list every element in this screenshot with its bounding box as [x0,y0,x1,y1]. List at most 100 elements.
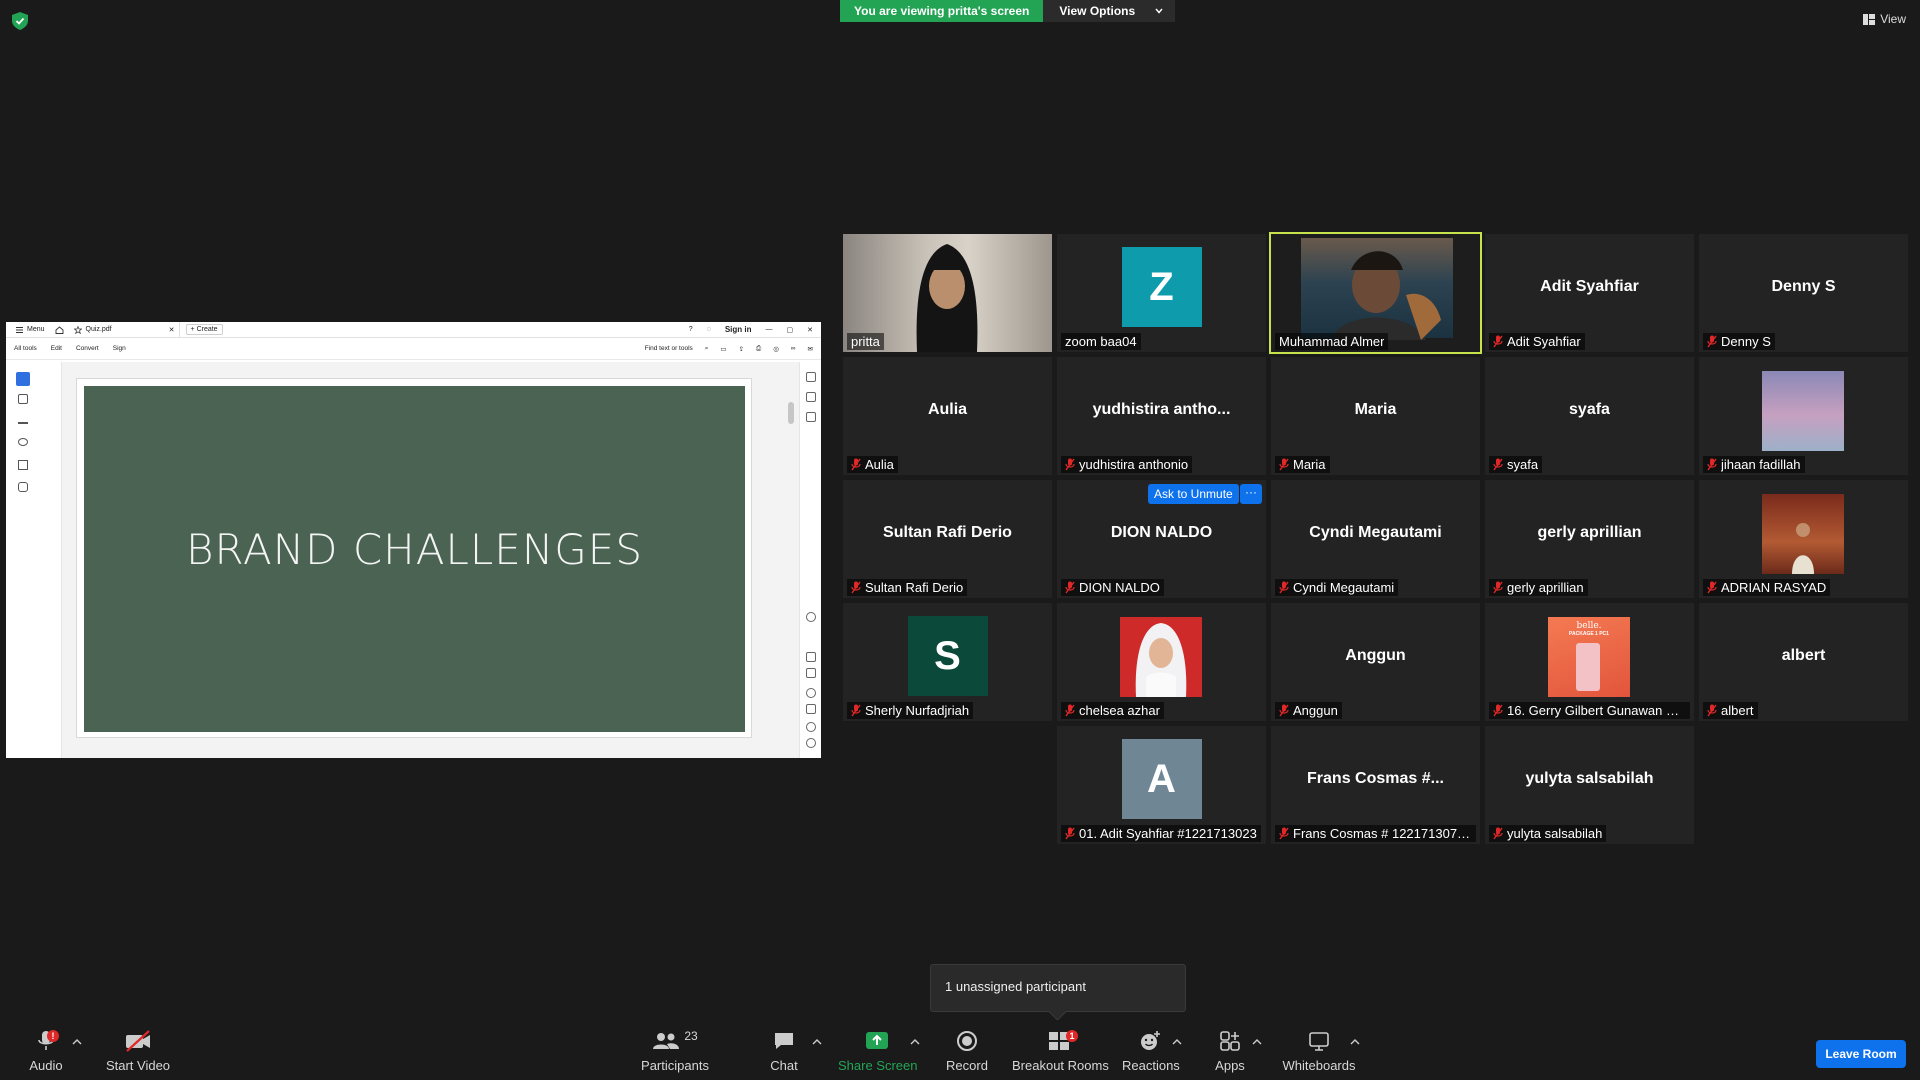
reactions-button[interactable]: Reactions [1122,1028,1180,1073]
participant-tile[interactable]: ADRIAN RASYAD [1699,480,1908,598]
menu-convert[interactable]: Convert [76,345,99,352]
participant-tile[interactable]: albert albert [1699,603,1908,721]
search-icon: ⌕ [704,344,709,352]
participant-tile[interactable]: A 01. Adit Syahfiar #1221713023 [1057,726,1266,844]
participant-tile[interactable]: chelsea azhar [1057,603,1266,721]
participant-tile[interactable]: S Sherly Nurfadjriah [843,603,1052,721]
participant-tile[interactable]: Frans Cosmas #... Frans Cosmas # 12217130… [1271,726,1480,844]
chat-button[interactable]: Chat [762,1028,806,1073]
participant-name: DION NALDO [1079,580,1160,595]
participant-tile[interactable]: Aulia Aulia [843,357,1052,475]
comment-tool-icon[interactable] [18,394,28,404]
sign-in-button[interactable]: Sign in [725,325,752,334]
chat-caret-icon[interactable] [812,1038,822,1046]
lasso-tool-icon[interactable] [18,438,28,446]
participant-name: Denny S [1721,334,1771,349]
mic-muted-icon [1279,704,1289,717]
view-button[interactable]: View [1863,12,1906,26]
participant-tile[interactable]: pritta [843,234,1052,352]
select-tool-icon[interactable] [16,372,30,386]
close-tab-icon[interactable]: ✕ [169,326,175,334]
page-up-icon[interactable] [806,652,816,662]
participants-button[interactable]: 23 Participants [640,1028,710,1073]
view-label: View [1880,12,1906,26]
participant-tile[interactable]: Anggun Anggun [1271,603,1480,721]
tab-quiz-pdf[interactable]: Quiz.pdf ✕ [70,321,180,338]
menu-edit[interactable]: Edit [51,345,62,352]
reactions-caret-icon[interactable] [1172,1038,1182,1046]
zoom-out-icon[interactable] [806,738,816,748]
start-video-button[interactable]: Start Video [102,1028,174,1073]
participant-tile[interactable]: Adit Syahfiar Adit Syahfiar [1485,234,1694,352]
minimize-icon[interactable]: — [766,326,773,333]
share-screen-button[interactable]: Share Screen [838,1028,918,1073]
participant-tile[interactable]: syafa syafa [1485,357,1694,475]
participant-display-name: syafa [1569,401,1610,418]
page-down-icon[interactable] [806,668,816,678]
home-icon[interactable] [55,325,64,334]
participant-tile[interactable]: Cyndi Megautami Cyndi Megautami [1271,480,1480,598]
participant-tile[interactable]: belle. PACKAGE 1 PC1 16. Gerry Gilbert Gun… [1485,603,1694,721]
acrobat-menu-button[interactable]: Menu [12,322,49,338]
zoom-in-icon[interactable] [806,722,816,732]
breakout-rooms-icon [1012,1028,1106,1054]
comments-panel-icon[interactable] [806,372,816,382]
participant-tile[interactable]: Muhammad Almer [1269,232,1482,354]
whiteboards-button[interactable]: Whiteboards [1282,1028,1356,1073]
participant-tile[interactable]: Maria Maria [1271,357,1480,475]
participant-tile[interactable]: yudhistira antho... yudhistira anthonio [1057,357,1266,475]
save-icon[interactable]: ▭ [720,345,726,353]
participant-display-name: Maria [1354,401,1397,418]
participant-name-label: ADRIAN RASYAD [1703,579,1831,596]
participant-tile[interactable]: Denny S Denny S [1699,234,1908,352]
pen-tool-icon[interactable] [18,416,28,424]
ask-to-unmute-button[interactable]: Ask to Unmute [1148,484,1239,504]
bookmark-panel-icon[interactable] [806,392,816,402]
participant-display-name: Adit Syahfiar [1540,278,1639,295]
find-tools[interactable]: Find text or tools ⌕ ▭ ⇪ ⎙ ◎ ∞ ✉ [645,345,821,353]
expand-panel-icon[interactable] [806,612,816,622]
bell-icon[interactable]: ◌ [707,326,711,333]
security-shield-icon[interactable] [12,12,28,30]
apps-caret-icon[interactable] [1252,1038,1262,1046]
thumbnails-panel-icon[interactable] [806,412,816,422]
participant-photo [1762,371,1844,451]
maximize-icon[interactable]: ▢ [787,326,794,334]
link-icon[interactable]: ∞ [791,345,796,352]
record-button[interactable]: Record [942,1028,992,1073]
share-caret-icon[interactable] [910,1038,920,1046]
apps-button[interactable]: Apps [1210,1028,1250,1073]
text-tool-icon[interactable] [18,460,28,470]
slide: BRAND CHALLENGES [84,386,745,732]
participant-tile[interactable]: Sultan Rafi Derio Sultan Rafi Derio [843,480,1052,598]
breakout-rooms-button[interactable]: Breakout Rooms [1012,1028,1109,1073]
upload-icon[interactable]: ⇪ [739,345,744,353]
menu-all-tools[interactable]: All tools [14,345,37,352]
participant-tile[interactable]: gerly aprillian gerly aprillian [1485,480,1694,598]
leave-room-button[interactable]: Leave Room [1816,1040,1906,1068]
participant-tile[interactable]: Zzoom baa04 [1057,234,1266,352]
whiteboards-caret-icon[interactable] [1350,1038,1360,1046]
more-options-button[interactable]: ··· [1240,484,1262,504]
mail-icon[interactable]: ✉ [808,345,813,353]
start-video-label: Start Video [105,1058,171,1073]
refresh-icon[interactable] [806,688,816,698]
help-icon[interactable]: ? [689,326,693,333]
participant-tile[interactable]: jihaan fadillah [1699,357,1908,475]
fit-page-icon[interactable] [806,704,816,714]
participant-tile[interactable]: yulyta salsabilah yulyta salsabilah [1485,726,1694,844]
audio-button[interactable]: Audio [22,1028,70,1073]
print-icon[interactable]: ⎙ [756,345,761,353]
share-icon[interactable]: ◎ [773,345,779,353]
stamp-tool-icon[interactable] [18,482,28,492]
participant-name: Maria [1293,457,1326,472]
view-options-button[interactable]: View Options [1043,0,1176,22]
close-window-icon[interactable]: ✕ [807,326,813,334]
acrobat-menubar: All tools Edit Convert Sign Find text or… [6,338,821,360]
participant-name-label: jihaan fadillah [1703,456,1805,473]
mic-muted-icon [1493,335,1503,348]
menu-sign[interactable]: Sign [113,345,126,352]
scrollbar[interactable] [788,402,794,424]
audio-caret-icon[interactable] [72,1038,82,1046]
create-button[interactable]: + Create [185,324,223,335]
